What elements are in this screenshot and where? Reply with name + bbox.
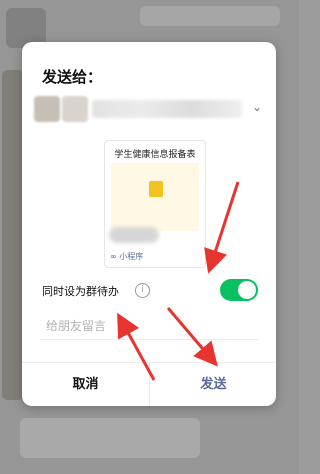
annotation-arrows <box>117 181 240 381</box>
arrow-to-toggle <box>204 181 240 274</box>
arrow-to-message <box>117 312 156 381</box>
arrow-to-send <box>166 307 218 367</box>
